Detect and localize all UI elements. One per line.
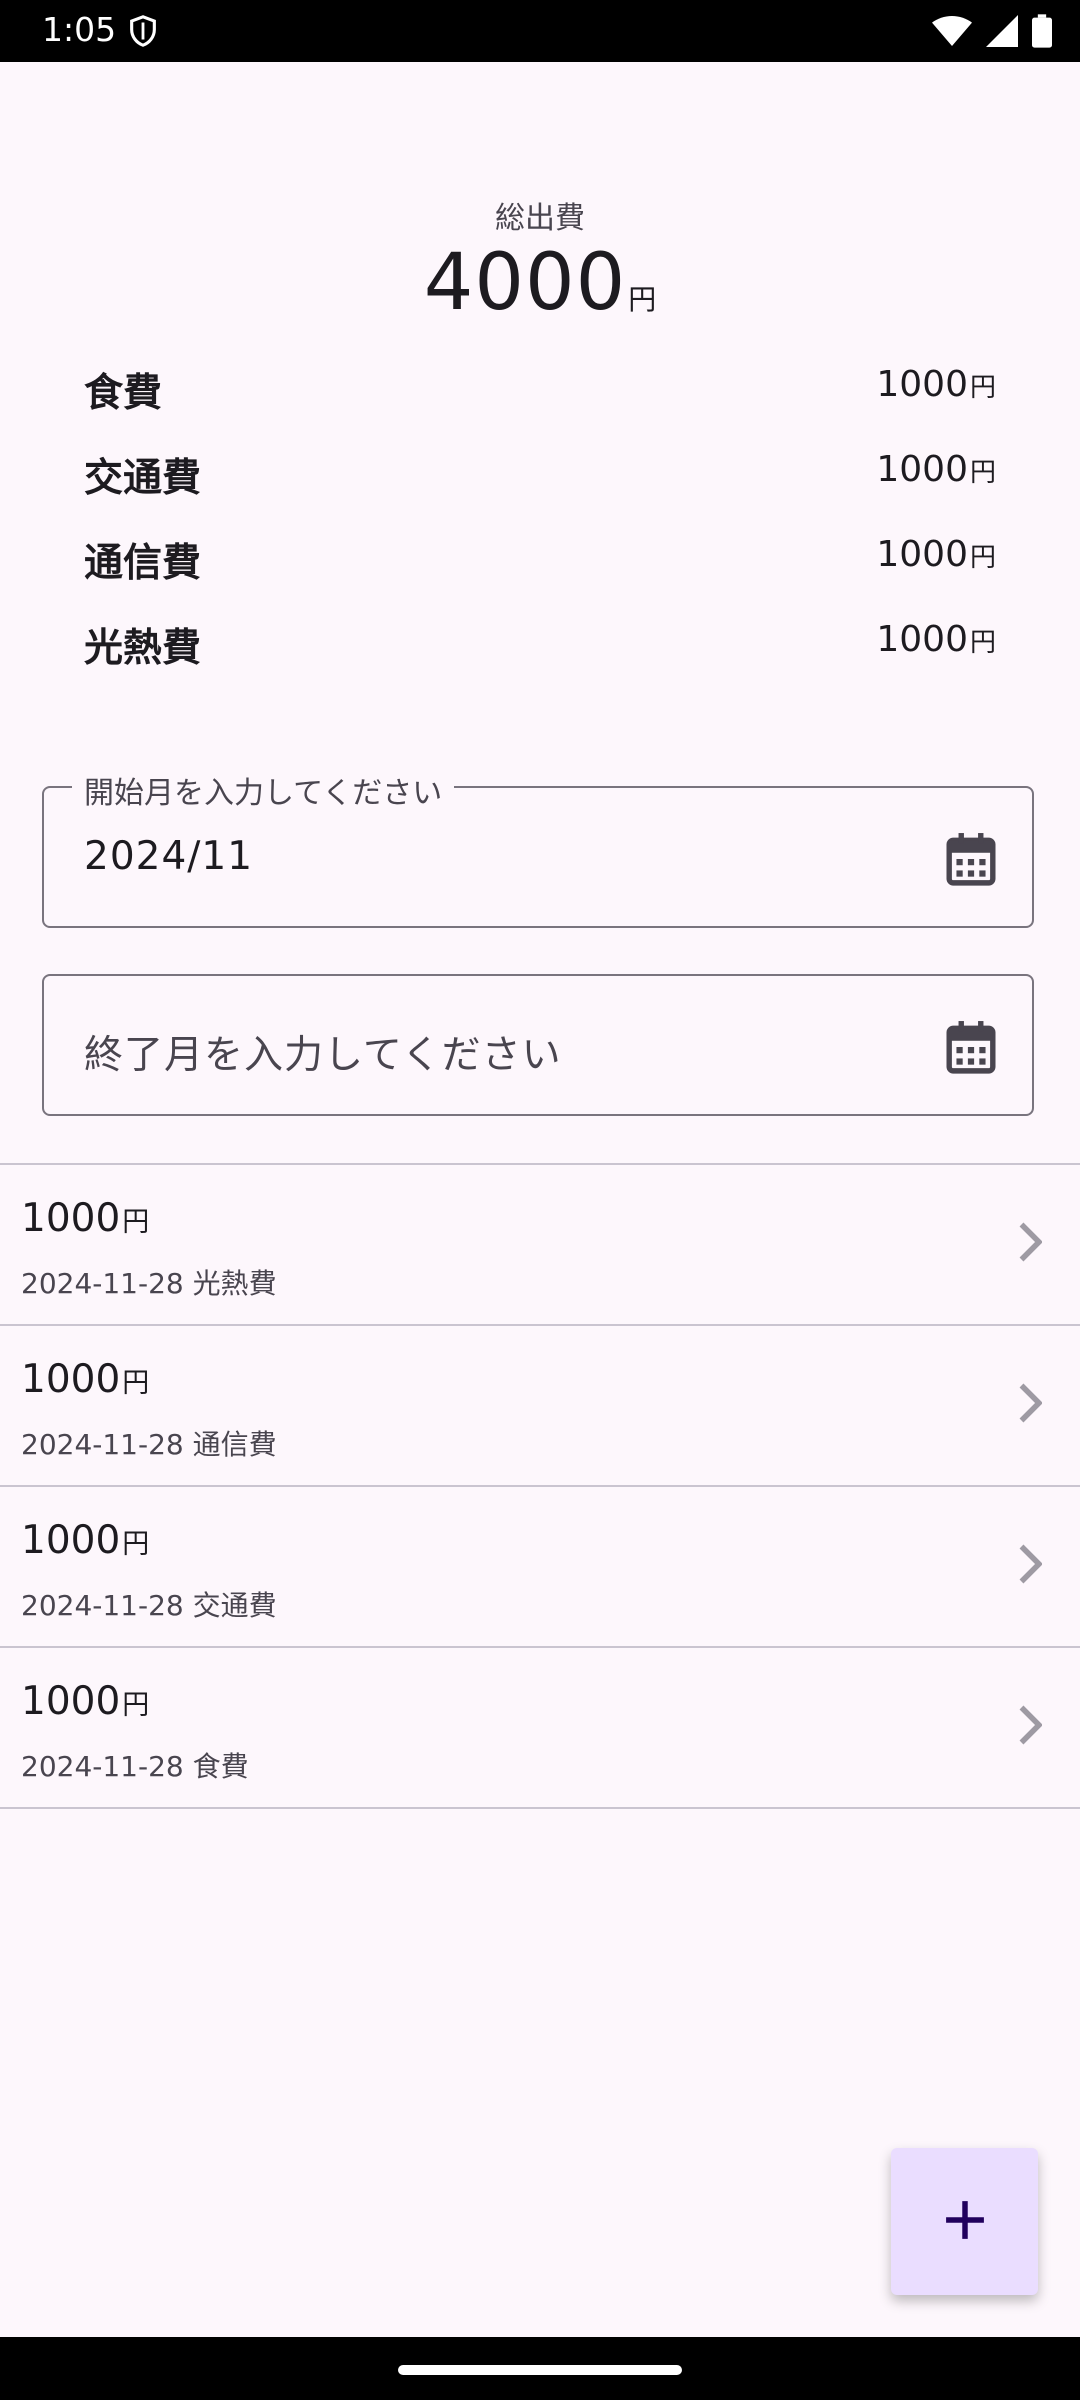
expense-amount-value: 1000	[21, 1196, 121, 1241]
category-amount-unit: 円	[969, 458, 996, 488]
start-month-value: 2024/11	[84, 834, 254, 879]
end-month-field[interactable]: 終了月を入力してください	[42, 974, 1034, 1116]
category-amount-value: 1000	[876, 619, 968, 660]
home-gesture-handle[interactable]	[398, 2365, 682, 2375]
category-name: 光熱費	[84, 626, 202, 671]
category-amount-value: 1000	[876, 449, 968, 490]
divider	[0, 1163, 1080, 1165]
calendar-icon[interactable]	[946, 832, 996, 890]
expense-amount-unit: 円	[122, 1207, 150, 1238]
expense-item[interactable]: 1000円 2024-11-28 交通費	[0, 1488, 1080, 1646]
chevron-right-icon	[1016, 1222, 1043, 1266]
divider	[0, 1807, 1080, 1809]
category-row-communication: 通信費 1000円	[84, 524, 996, 586]
category-row-utilities: 光熱費 1000円	[84, 609, 996, 671]
expense-item[interactable]: 1000円 2024-11-28 光熱費	[0, 1166, 1080, 1324]
category-name: 通信費	[84, 541, 202, 586]
expense-amount-value: 1000	[21, 1518, 121, 1563]
expense-detail: 2024-11-28 光熱費	[21, 1267, 277, 1300]
expense-amount-unit: 円	[122, 1529, 150, 1560]
category-row-food: 食費 1000円	[84, 354, 996, 416]
divider	[0, 1646, 1080, 1648]
expense-amount: 1000円	[21, 1518, 149, 1563]
calendar-icon[interactable]	[946, 1020, 996, 1078]
divider	[0, 1485, 1080, 1487]
expense-amount: 1000円	[21, 1679, 149, 1724]
end-month-placeholder: 終了月を入力してください	[84, 1033, 562, 1078]
wifi-icon	[932, 15, 972, 51]
expense-amount-value: 1000	[21, 1679, 121, 1724]
plus-icon	[944, 2199, 986, 2245]
divider	[0, 1324, 1080, 1326]
expense-amount-value: 1000	[21, 1357, 121, 1402]
status-bar: 1:05	[0, 0, 1080, 62]
category-name: 食費	[84, 371, 163, 416]
category-amount-value: 1000	[876, 364, 968, 405]
signal-icon	[986, 15, 1018, 51]
expense-amount-unit: 円	[122, 1690, 150, 1721]
expense-amount: 1000円	[21, 1357, 149, 1402]
category-name: 交通費	[84, 456, 202, 501]
expense-detail: 2024-11-28 交通費	[21, 1589, 277, 1622]
expense-detail: 2024-11-28 通信費	[21, 1428, 277, 1461]
category-amount-unit: 円	[969, 543, 996, 573]
category-amount: 1000円	[876, 364, 996, 405]
category-amount: 1000円	[876, 449, 996, 490]
expense-item[interactable]: 1000円 2024-11-28 食費	[0, 1649, 1080, 1807]
total-value: 4000	[423, 238, 627, 328]
status-time: 1:05	[42, 10, 117, 49]
expense-detail: 2024-11-28 食費	[21, 1750, 249, 1783]
chevron-right-icon	[1016, 1383, 1043, 1427]
shield-icon	[126, 14, 160, 52]
expense-amount: 1000円	[21, 1196, 149, 1241]
add-expense-button[interactable]	[891, 2148, 1038, 2295]
expense-amount-unit: 円	[122, 1368, 150, 1399]
navigation-bar	[0, 2337, 1080, 2400]
total-unit: 円	[628, 283, 657, 316]
chevron-right-icon	[1016, 1705, 1043, 1749]
start-month-label: 開始月を入力してください	[72, 768, 455, 812]
chevron-right-icon	[1016, 1544, 1043, 1588]
category-amount-unit: 円	[969, 373, 996, 403]
category-amount-unit: 円	[969, 628, 996, 658]
total-amount: 4000円	[0, 238, 1080, 328]
total-label: 総出費	[495, 201, 585, 236]
category-amount-value: 1000	[876, 534, 968, 575]
expense-item[interactable]: 1000円 2024-11-28 通信費	[0, 1327, 1080, 1485]
category-row-transport: 交通費 1000円	[84, 439, 996, 501]
category-amount: 1000円	[876, 619, 996, 660]
start-month-field[interactable]: 開始月を入力してください 2024/11	[42, 768, 1034, 928]
battery-icon	[1032, 14, 1052, 52]
category-amount: 1000円	[876, 534, 996, 575]
